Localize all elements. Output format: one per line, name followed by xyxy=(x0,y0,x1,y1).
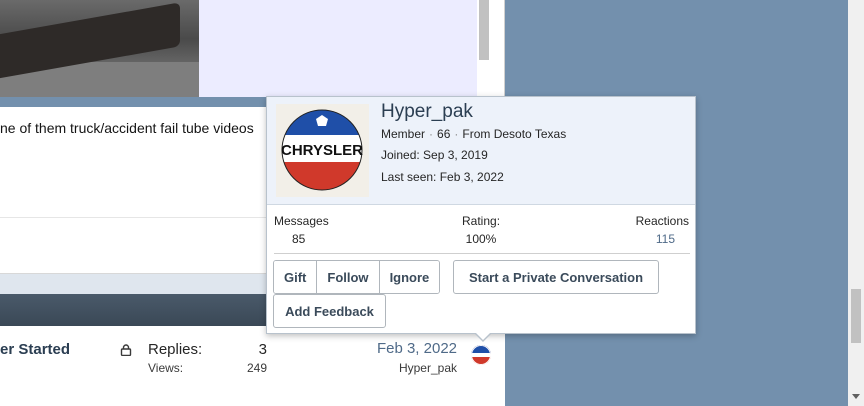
thread-row[interactable]: er Started Replies: 3 Views: 249 Feb 3, … xyxy=(0,326,505,406)
page-scrollbar[interactable] xyxy=(848,0,864,406)
stat-rating-label: Rating: xyxy=(462,214,501,228)
scroll-down-arrow-icon[interactable] xyxy=(852,394,860,399)
thread-title[interactable]: er Started xyxy=(0,341,70,358)
avatar-logo-text: CHRYSLER xyxy=(281,142,363,159)
member-action-group: Gift Follow Ignore xyxy=(273,260,441,294)
ignore-button[interactable]: Ignore xyxy=(378,261,440,293)
mini-avatar[interactable] xyxy=(471,345,491,365)
stat-reactions-label: Reactions xyxy=(635,214,689,228)
separator-dot: · xyxy=(429,127,434,141)
replies-label: Replies: xyxy=(148,341,203,358)
lock-icon xyxy=(120,344,132,356)
stat-reactions-value[interactable]: 115 xyxy=(636,232,689,246)
last-post-user[interactable]: Hyper_pak xyxy=(340,361,457,375)
member-last-seen: Last seen: Feb 3, 2022 xyxy=(381,170,504,184)
content-border xyxy=(457,0,477,107)
stat-rating: Rating: 100% xyxy=(462,214,500,246)
member-tooltip-header: CHRYSLER Hyper_pak Member · 66 · From Desoto… xyxy=(267,97,695,205)
follow-button[interactable]: Follow xyxy=(316,261,379,293)
member-joined: Joined: Sep 3, 2019 xyxy=(381,148,488,162)
stat-rating-value: 100% xyxy=(465,232,497,246)
stats-divider xyxy=(274,253,690,254)
add-feedback-button[interactable]: Add Feedback xyxy=(273,294,386,328)
page-scrollbar-thumb[interactable] xyxy=(851,289,861,343)
inner-scrollbar[interactable] xyxy=(477,0,491,107)
member-tooltip: CHRYSLER Hyper_pak Member · 66 · From Desoto… xyxy=(266,96,696,334)
member-info-line: Member · 66 · From Desoto Texas xyxy=(381,127,566,141)
post-image[interactable] xyxy=(0,0,199,97)
start-private-conversation-button[interactable]: Start a Private Conversation xyxy=(453,260,659,294)
member-role: Member xyxy=(381,127,426,141)
stat-messages-value: 85 xyxy=(292,232,306,246)
views-value: 249 xyxy=(246,361,267,375)
replies-value: 3 xyxy=(258,341,267,358)
stat-reactions: Reactions 115 xyxy=(636,214,689,246)
member-username[interactable]: Hyper_pak xyxy=(381,101,473,123)
separator-dot: · xyxy=(454,127,459,141)
views-label: Views: xyxy=(148,361,184,375)
member-avatar[interactable]: CHRYSLER xyxy=(276,104,369,197)
member-age: 66 xyxy=(437,127,451,141)
stat-messages: Messages 85 xyxy=(274,214,329,246)
last-post-date[interactable]: Feb 3, 2022 xyxy=(340,340,457,357)
member-location: From Desoto Texas xyxy=(462,127,567,141)
post-image-background xyxy=(199,0,457,97)
post-text: ne of them truck/accident fail tube vide… xyxy=(0,120,254,136)
gift-button[interactable]: Gift xyxy=(274,261,317,293)
chrysler-logo-icon: CHRYSLER xyxy=(281,109,363,191)
inner-scrollbar-thumb[interactable] xyxy=(479,0,489,60)
tooltip-arrow-inner xyxy=(475,332,491,340)
stat-messages-label: Messages xyxy=(274,214,329,228)
